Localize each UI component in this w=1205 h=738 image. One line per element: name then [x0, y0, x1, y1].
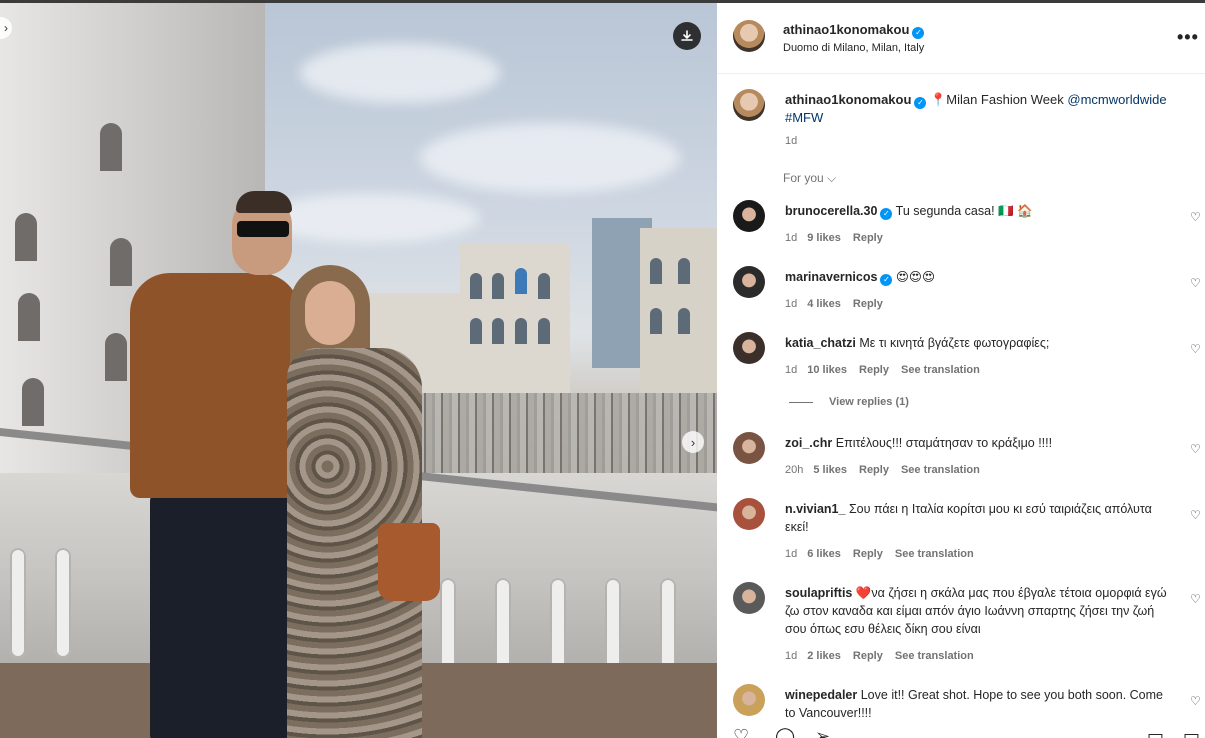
comment-likes[interactable]: 6 likes [807, 548, 841, 560]
more-options-icon[interactable]: ••• [1177, 27, 1199, 48]
comment-likes[interactable]: 5 likes [813, 464, 847, 476]
heart-icon[interactable]: ♡ [1190, 508, 1201, 522]
author-username[interactable]: athinao1konomakou ✓ [783, 22, 925, 39]
heart-icon[interactable]: ♡ [1190, 694, 1201, 708]
reply-button[interactable]: Reply [853, 650, 883, 662]
commenter-username[interactable]: brunocerella.30 [785, 204, 877, 218]
commenter-avatar[interactable] [733, 266, 765, 298]
see-translation-button[interactable]: See translation [895, 548, 974, 560]
reply-button[interactable]: Reply [853, 548, 883, 560]
comment-meta: 1d 10 likes Reply See translation [785, 364, 992, 376]
commenter-username[interactable]: katia_chatzi [785, 336, 856, 350]
like-icon[interactable]: ♡ [733, 727, 749, 738]
commenter-avatar[interactable] [733, 200, 765, 232]
comment-text: Με τι κινητά βγάζετε φωτογραφίες; [859, 336, 1050, 350]
view-replies-button[interactable]: View replies (1) [789, 396, 909, 408]
comment-meta: 1d 2 likes Reply See translation [785, 650, 986, 662]
commenter-avatar[interactable] [733, 332, 765, 364]
reply-button[interactable]: Reply [853, 232, 883, 244]
see-translation-button[interactable]: See translation [901, 464, 980, 476]
man-shirt [130, 273, 300, 498]
comment-body: winepedaler Love it!! Great shot. Hope t… [785, 686, 1175, 722]
comment-likes[interactable]: 2 likes [807, 650, 841, 662]
author-avatar[interactable] [733, 20, 765, 52]
post-photo[interactable]: › › [0, 3, 717, 738]
post-side-panel: athinao1konomakou ✓ Duomo di Milano, Mila… [717, 3, 1205, 738]
commenter-username[interactable]: zoi_.chr [785, 436, 832, 450]
caption-mention[interactable]: @mcmworldwide [1067, 92, 1166, 107]
caption-username[interactable]: athinao1konomakou [785, 92, 911, 107]
commenter-username[interactable]: soulapriftis [785, 586, 852, 600]
verified-icon: ✓ [880, 208, 893, 220]
see-translation-button[interactable]: See translation [895, 650, 974, 662]
comment-body: brunocerella.30 ✓ Tu segunda casa! 🇮🇹 🏠 [785, 202, 1175, 220]
pin-icon: 📍 [930, 92, 947, 107]
comment-likes[interactable]: 4 likes [807, 298, 841, 310]
comment-body: katia_chatzi Με τι κινητά βγάζετε φωτογρ… [785, 334, 1175, 352]
commenter-username[interactable]: winepedaler [785, 688, 857, 702]
comment-meta: 1d 6 likes Reply See translation [785, 548, 986, 560]
comment-body: zoi_.chr Επιτέλους!!! σταμάτησαν το κράξ… [785, 434, 1175, 452]
comment-likes[interactable]: 10 likes [807, 364, 847, 376]
verified-icon: ✓ [880, 274, 893, 286]
cloud [260, 193, 480, 243]
see-translation-button[interactable]: See translation [901, 364, 980, 376]
commenter-username[interactable]: marinavernicos [785, 270, 877, 284]
comment-body: marinavernicos ✓ 😍😍😍 [785, 268, 1175, 286]
woman-face [305, 281, 355, 345]
comment-time[interactable]: 20h [785, 464, 803, 476]
man-hair [236, 191, 292, 213]
man-legs [150, 493, 290, 738]
comment-meta: 1d 4 likes Reply [785, 298, 895, 310]
heart-icon[interactable]: ♡ [1190, 342, 1201, 356]
caption-time[interactable]: 1d [785, 135, 797, 147]
building [640, 228, 717, 398]
save-icon[interactable]: ▭ [1183, 727, 1200, 738]
comment-icon[interactable]: ◯ [775, 727, 795, 738]
comment-text: Επιτέλους!!! σταμάτησαν το κράξιμο !!!! [835, 436, 1053, 450]
commenter-username[interactable]: n.vivian1_ [785, 502, 845, 516]
comment-time[interactable]: 1d [785, 650, 797, 662]
comment-meta: 1d 9 likes Reply [785, 232, 895, 244]
commenter-avatar[interactable] [733, 498, 765, 530]
caption-avatar[interactable] [733, 89, 765, 121]
comment-meta: 20h 5 likes Reply See translation [785, 464, 992, 476]
commenter-avatar[interactable] [733, 582, 765, 614]
comment-body: soulapriftis ❤️να ζήσει η σκάλα μας που … [785, 584, 1175, 638]
palazzo [460, 243, 570, 393]
post-location[interactable]: Duomo di Milano, Milan, Italy [783, 42, 924, 54]
verified-icon: ✓ [914, 97, 927, 109]
handbag [378, 523, 440, 601]
reply-button[interactable]: Reply [859, 464, 889, 476]
reply-button[interactable]: Reply [853, 298, 883, 310]
comment-text: Tu segunda casa! 🇮🇹 🏠 [895, 204, 1033, 218]
comment-time[interactable]: 1d [785, 364, 797, 376]
heart-icon[interactable]: ♡ [1190, 592, 1201, 606]
heart-icon[interactable]: ♡ [1190, 276, 1201, 290]
heart-icon[interactable]: ♡ [1190, 442, 1201, 456]
comment-body: n.vivian1_ Σου πάει η Ιταλία κορίτσι μου… [785, 500, 1175, 536]
action-bar: ♡ ◯ ➢ ▭ ▭ [717, 727, 1205, 738]
download-icon[interactable] [673, 22, 701, 50]
commenter-avatar[interactable] [733, 684, 765, 716]
share-icon[interactable]: ➢ [815, 727, 830, 738]
save-icon[interactable]: ▭ [1147, 727, 1164, 738]
verified-icon: ✓ [912, 27, 925, 39]
cloud [420, 123, 680, 193]
comment-likes[interactable]: 9 likes [807, 232, 841, 244]
chevron-right-icon[interactable]: › [682, 431, 704, 453]
heart-icon[interactable]: ♡ [1190, 210, 1201, 224]
comment-time[interactable]: 1d [785, 548, 797, 560]
comment-time[interactable]: 1d [785, 232, 797, 244]
commenter-avatar[interactable] [733, 432, 765, 464]
cloud [300, 43, 500, 103]
comments-sort-dropdown[interactable]: For you ⌵ [783, 171, 836, 186]
caption-text: Milan Fashion Week [946, 92, 1064, 107]
comment-time[interactable]: 1d [785, 298, 797, 310]
post-header: athinao1konomakou ✓ Duomo di Milano, Mila… [717, 3, 1205, 74]
reply-button[interactable]: Reply [859, 364, 889, 376]
caption-hashtag[interactable]: #MFW [785, 110, 823, 125]
comment-text: 😍😍😍 [895, 270, 935, 284]
sunglasses [237, 221, 289, 237]
